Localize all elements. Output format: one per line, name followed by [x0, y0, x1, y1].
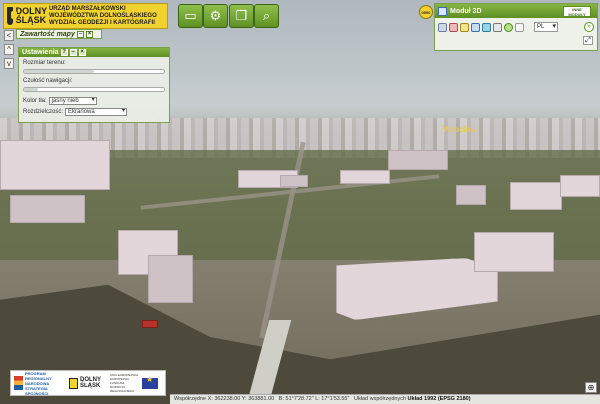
info-tool-icon[interactable]: [515, 22, 524, 32]
nav-sensitivity-label: Czułość nawigacji:: [23, 78, 73, 84]
globe-tool-icon[interactable]: [504, 22, 513, 32]
close-icon[interactable]: ×: [78, 49, 86, 56]
building: [510, 182, 562, 210]
other-modules-button[interactable]: INNE MODUŁY: [563, 5, 591, 17]
resolution-row: Rozdzielczość: Ekranowa: [23, 108, 128, 116]
measure-tool-icon[interactable]: [471, 22, 480, 32]
module-3d-panel: Moduł 3D INNE MODUŁY PL » ⤢: [434, 3, 598, 51]
logo-name: DOLNY ŚLĄSK: [15, 6, 47, 25]
select-tool-icon[interactable]: [438, 22, 447, 32]
windows-button[interactable]: ❐: [229, 4, 254, 28]
city-label: Wrocław: [442, 124, 477, 134]
coat-of-arms-icon: [7, 7, 17, 25]
settings-header: Ustawienia ? – ×: [19, 48, 169, 57]
nav-sensitivity-slider[interactable]: [23, 87, 165, 92]
building: [10, 195, 85, 223]
eu-logo: UNIA EUROPEJSKA EUROPEJSKI FUNDUSZ ROZWO…: [110, 373, 158, 393]
search-button[interactable]: ⌕: [254, 4, 279, 28]
eu-flag-icon: [142, 377, 158, 389]
building: [340, 170, 390, 184]
next-icon[interactable]: »: [584, 22, 594, 32]
folder-button[interactable]: ▭: [178, 4, 203, 28]
folder-icon: ▭: [184, 8, 197, 23]
side-nav: < ^ v: [4, 30, 14, 69]
nav-up-button[interactable]: ^: [4, 44, 14, 55]
module-3d-toolbar: PL »: [435, 18, 597, 36]
compass-icon[interactable]: ⊕: [585, 382, 597, 393]
map-contents-bar[interactable]: Zawartość mapy – ×: [16, 29, 102, 39]
program-mark-icon: [14, 376, 23, 390]
building: [456, 185, 486, 205]
language-select[interactable]: PL: [534, 22, 558, 32]
coordinates-geo: B: 51°7'28.72" L: 17°1'53.55": [278, 396, 350, 402]
terrain-size-label: Rozmiar terenu:: [23, 60, 66, 66]
minimize-icon[interactable]: –: [69, 49, 77, 56]
search-icon: ⌕: [262, 8, 271, 23]
terrain-size-slider[interactable]: [23, 69, 165, 74]
module-3d-title: Moduł 3D: [450, 7, 482, 15]
resolution-label: Rozdzielczość:: [23, 109, 64, 115]
minimize-icon[interactable]: –: [76, 30, 84, 38]
light-tool-icon[interactable]: [460, 22, 469, 32]
building: [474, 232, 554, 272]
hand-tool-icon[interactable]: [449, 22, 458, 32]
logo-dolny-slask: DOLNY ŚLĄSK URZĄD MARSZAŁKOWSKI WOJEWÓDZ…: [3, 3, 168, 29]
gears-icon: ⚙: [209, 8, 222, 23]
terrain-size-fill: [24, 70, 94, 73]
building: [148, 255, 193, 303]
dolny-slask-logo: DOLNY ŚLĄSK: [69, 377, 106, 389]
settings-button[interactable]: ⚙: [203, 4, 228, 28]
camera-tool-icon[interactable]: [493, 22, 502, 32]
help-icon[interactable]: ?: [60, 49, 68, 56]
coordinates-xy: Współrzędne X: 362238.00 Y: 363881.00: [174, 396, 275, 402]
nav-sensitivity-fill: [24, 88, 38, 91]
module-3d-header: Moduł 3D INNE MODUŁY: [435, 4, 597, 18]
coat-of-arms-icon: [69, 377, 78, 389]
settings-title: Ustawienia: [22, 49, 59, 56]
windows-icon: ❐: [235, 8, 248, 23]
zoom-badge[interactable]: 0000: [419, 5, 433, 19]
module-3d-subbar: ⤢: [435, 36, 597, 45]
close-icon[interactable]: ×: [85, 30, 93, 38]
module-3d-icon: [438, 6, 447, 16]
collapse-left-button[interactable]: <: [4, 30, 14, 41]
settings-panel: Ustawienia ? – × Rozmiar terenu: Czułość…: [18, 47, 170, 123]
coordinate-system-label: Układ współrzędnych: [354, 396, 407, 402]
building: [280, 175, 308, 187]
boat: [142, 320, 158, 328]
building: [388, 150, 448, 170]
resolution-select[interactable]: Ekranowa: [65, 108, 128, 116]
building: [560, 175, 600, 197]
background-color-row: Kolor tła: jasny nieb: [23, 97, 97, 105]
status-bar: Współrzędne X: 362238.00 Y: 363881.00 B:…: [170, 394, 600, 404]
coordinate-system: Układ 1992 (EPSG 2180): [407, 396, 471, 402]
background-color-label: Kolor tła:: [23, 98, 47, 104]
logo-office: URZĄD MARSZAŁKOWSKI WOJEWÓDZTWA DOLNOŚLĄ…: [48, 5, 157, 26]
building: [0, 140, 110, 190]
background-color-select[interactable]: jasny nieb: [48, 97, 97, 105]
fullscreen-icon[interactable]: ⤢: [583, 36, 593, 45]
layers-tool-icon[interactable]: [482, 22, 491, 32]
program-regionalny-logo: PROGRAM REGIONALNY NARODOWA STRATEGIA SP…: [14, 371, 65, 396]
partner-logos: PROGRAM REGIONALNY NARODOWA STRATEGIA SP…: [10, 370, 166, 396]
nav-down-button[interactable]: v: [4, 58, 14, 69]
map-contents-title: Zawartość mapy: [20, 30, 75, 38]
